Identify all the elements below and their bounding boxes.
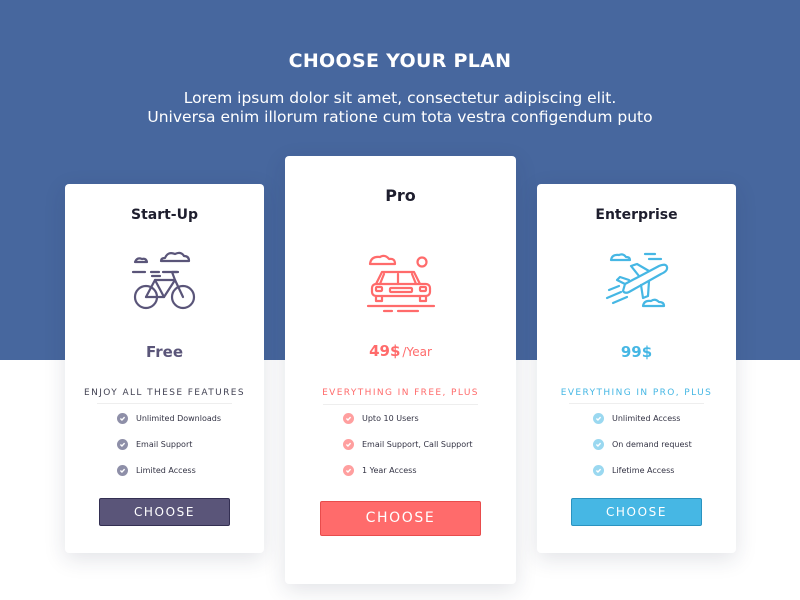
feature-item: Unlimited Downloads: [117, 413, 221, 424]
feature-item: Upto 10 Users: [343, 413, 419, 424]
car-icon: [366, 254, 436, 313]
feature-item: Lifetime Access: [593, 465, 674, 476]
check-icon: [343, 413, 354, 424]
feature-label: Unlimited Downloads: [136, 414, 221, 423]
price-period: /Year: [402, 345, 432, 359]
subtitle-line-2: Universa enim illorum ratione cum tota v…: [147, 108, 653, 126]
plan-price: Free: [65, 343, 264, 361]
divider: [569, 403, 704, 404]
check-icon: [343, 465, 354, 476]
bicycle-icon: [131, 251, 196, 310]
feature-label: 1 Year Access: [362, 466, 417, 475]
plan-card-pro: Pro 49$/Year EVERYTHING IN FREE, PLUS Up…: [285, 156, 516, 584]
check-icon: [593, 413, 604, 424]
feature-label: Lifetime Access: [612, 466, 675, 475]
check-icon: [117, 439, 128, 450]
plan-card-startup: Start-Up Free ENJOY ALL THESE FEATURES U…: [65, 184, 264, 553]
check-icon: [593, 439, 604, 450]
divider: [97, 403, 232, 404]
price-amount: 49$: [369, 342, 401, 360]
page-title: CHOOSE YOUR PLAN: [288, 50, 512, 72]
feature-item: Limited Access: [117, 465, 196, 476]
price-amount: Free: [145, 343, 184, 361]
feature-label: Limited Access: [136, 466, 196, 475]
plan-name: Start-Up: [130, 207, 199, 223]
feature-label: Email Support, Call Support: [362, 440, 473, 449]
plan-price: 49$/Year: [285, 342, 516, 360]
check-icon: [117, 465, 128, 476]
page-subtitle: Lorem ipsum dolor sit amet, consectetur …: [0, 89, 800, 127]
price-amount: 99$: [620, 343, 653, 361]
features-heading: EVERYTHING IN FREE, PLUS: [322, 388, 479, 398]
feature-label: On demand request: [612, 440, 692, 449]
feature-item: Email Support, Call Support: [343, 439, 473, 450]
feature-label: Email Support: [136, 440, 193, 449]
feature-label: Upto 10 Users: [362, 414, 419, 423]
features-heading: ENJOY ALL THESE FEATURES: [84, 388, 245, 398]
choose-enterprise-button[interactable]: CHOOSE: [571, 498, 702, 526]
choose-pro-button[interactable]: CHOOSE: [320, 501, 481, 536]
choose-startup-button[interactable]: CHOOSE: [99, 498, 230, 526]
features-heading: EVERYTHING IN PRO, PLUS: [560, 388, 713, 398]
plan-price: 99$: [537, 343, 736, 361]
plan-name: Pro: [385, 186, 416, 205]
divider: [323, 404, 478, 405]
feature-item: On demand request: [593, 439, 692, 450]
plan-name: Enterprise: [595, 207, 678, 223]
check-icon: [117, 413, 128, 424]
check-icon: [343, 439, 354, 450]
feature-item: Email Support: [117, 439, 192, 450]
feature-item: Unlimited Access: [593, 413, 680, 424]
plan-card-enterprise: Enterprise 99$ EVERYTHING IN PRO, PLUS U…: [537, 184, 736, 553]
feature-item: 1 Year Access: [343, 465, 417, 476]
feature-label: Unlimited Access: [612, 414, 681, 423]
airplane-icon: [605, 252, 669, 308]
check-icon: [593, 465, 604, 476]
subtitle-line-1: Lorem ipsum dolor sit amet, consectetur …: [183, 89, 617, 107]
